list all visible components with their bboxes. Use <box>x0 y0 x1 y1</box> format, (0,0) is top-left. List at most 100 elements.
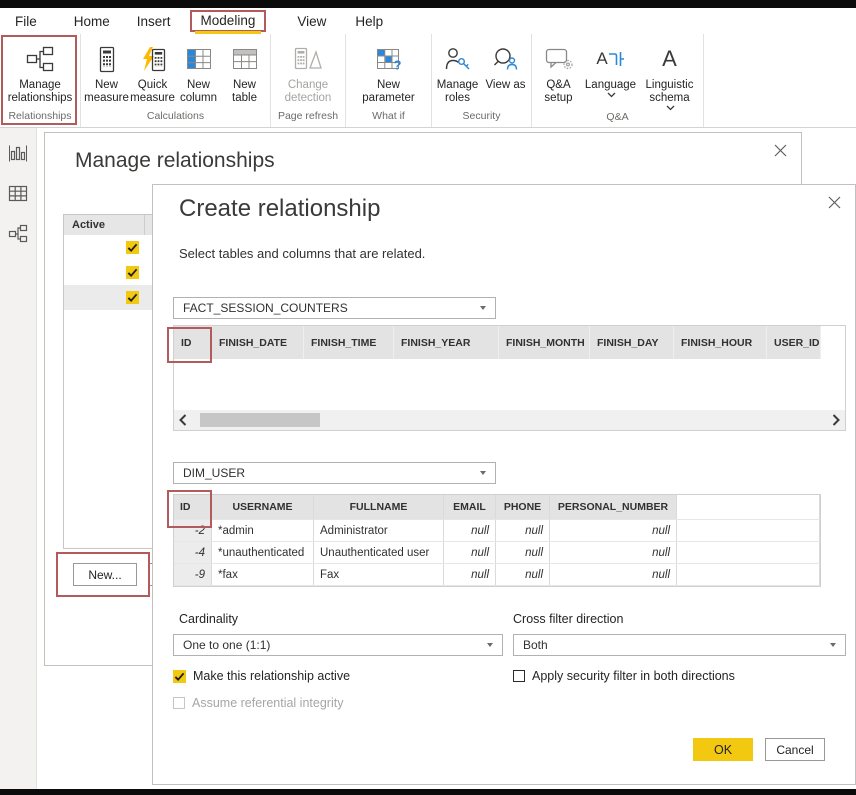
column-header[interactable]: FINISH_TIME <box>304 326 394 359</box>
active-checkbox[interactable] <box>126 266 139 279</box>
column-header[interactable]: USER_ID <box>767 326 821 359</box>
menu-modeling[interactable]: Modeling <box>201 13 256 28</box>
ribbon-group-page-refresh: Change detection Page refresh <box>271 34 346 127</box>
new-relationship-button[interactable]: New... <box>73 563 137 586</box>
cell-username: *unauthenticated <box>212 542 314 563</box>
new-measure-button[interactable]: New measure <box>84 42 130 105</box>
group-label-page-refresh: Page refresh <box>271 110 345 127</box>
unchecked-checkbox-icon <box>513 670 525 682</box>
scroll-right-icon[interactable] <box>832 414 840 426</box>
cell-phone: null <box>496 520 550 541</box>
column-header[interactable]: FINISH_DATE <box>212 326 304 359</box>
menu-insert[interactable]: Insert <box>137 14 171 29</box>
column-header[interactable]: PERSONAL_NUMBER <box>550 495 677 519</box>
dropdown-caret-icon <box>480 306 486 310</box>
menu-view[interactable]: View <box>297 14 326 29</box>
table-column-icon <box>186 42 212 76</box>
cell-filler <box>677 542 820 563</box>
new-parameter-label: New parameter <box>354 79 424 105</box>
chevron-down-icon <box>607 92 616 98</box>
speech-bubble-gear-icon <box>545 42 573 76</box>
menu-home[interactable]: Home <box>74 14 110 29</box>
manage-dialog-title: Manage relationships <box>75 149 275 173</box>
table-row[interactable]: -2 *admin Administrator null null null <box>174 520 820 542</box>
cell-id: -2 <box>174 520 212 541</box>
change-detection-label: Change detection <box>276 79 340 105</box>
window-bottom-bar <box>0 789 856 795</box>
new-table-label: New table <box>223 79 267 105</box>
column-header[interactable]: FULLNAME <box>314 495 444 519</box>
active-checkbox[interactable] <box>126 241 139 254</box>
cancel-button[interactable]: Cancel <box>765 738 825 761</box>
group-label-qa: Q&A <box>532 111 703 127</box>
horizontal-scrollbar[interactable] <box>174 410 845 430</box>
column-header[interactable]: USERNAME <box>212 495 314 519</box>
apply-security-filter-checkbox[interactable]: Apply security filter in both directions <box>513 669 735 683</box>
ribbon: Manage relationships Relationships New m… <box>0 34 856 128</box>
new-table-button[interactable]: New table <box>222 42 268 105</box>
language-button[interactable]: A Language <box>583 42 639 98</box>
cell-id: -4 <box>174 542 212 563</box>
cell-email: null <box>444 564 496 585</box>
scroll-left-icon[interactable] <box>179 414 187 426</box>
cell-personal-number: null <box>550 520 677 541</box>
cell-personal-number: null <box>550 542 677 563</box>
menu-file[interactable]: File <box>15 14 37 29</box>
new-parameter-button[interactable]: ? New parameter <box>353 42 425 105</box>
quick-measure-button[interactable]: Quick measure <box>130 42 176 105</box>
cardinality-select[interactable]: One to one (1:1) <box>173 634 503 656</box>
cross-filter-value: Both <box>523 638 548 652</box>
manage-roles-button[interactable]: Manage roles <box>434 42 482 105</box>
table1-select[interactable]: FACT_SESSION_COUNTERS <box>173 297 496 319</box>
column-header[interactable]: PHONE <box>496 495 550 519</box>
view-sidebar <box>0 128 37 789</box>
column-header[interactable]: FINISH_DAY <box>590 326 674 359</box>
column-header[interactable]: FINISH_YEAR <box>394 326 499 359</box>
column-header[interactable]: ID <box>174 326 212 359</box>
ok-button[interactable]: OK <box>693 738 753 761</box>
column-header[interactable]: FINISH_MONTH <box>499 326 590 359</box>
column-header[interactable]: EMAIL <box>444 495 496 519</box>
column-header[interactable]: ID <box>174 495 212 519</box>
cell-phone: null <box>496 542 550 563</box>
report-view-icon[interactable] <box>8 144 28 163</box>
change-detection-icon <box>293 42 323 76</box>
table-row[interactable]: -4 *unauthenticated Unauthenticated user… <box>174 542 820 564</box>
ribbon-group-what-if: ? New parameter What if <box>346 34 432 127</box>
change-detection-button: Change detection <box>275 42 341 105</box>
linguistic-schema-button[interactable]: A Linguistic schema <box>639 42 701 111</box>
qa-setup-button[interactable]: Q&A setup <box>535 42 583 105</box>
language-icon: A <box>596 42 624 76</box>
close-icon[interactable] <box>825 193 843 211</box>
column-header[interactable]: FINISH_HOUR <box>674 326 767 359</box>
cell-fullname: Unauthenticated user <box>314 542 444 563</box>
fact-table-body <box>174 359 845 410</box>
menu-help[interactable]: Help <box>355 14 383 29</box>
cell-fullname: Fax <box>314 564 444 585</box>
cell-fullname: Administrator <box>314 520 444 541</box>
assume-referential-integrity-label: Assume referential integrity <box>192 696 343 710</box>
close-icon[interactable] <box>771 141 789 159</box>
table2-select-value: DIM_USER <box>183 466 245 480</box>
manage-relationships-button[interactable]: Manage relationships <box>2 42 78 105</box>
cross-filter-select[interactable]: Both <box>513 634 846 656</box>
group-label-security: Security <box>432 110 531 127</box>
parameter-table-icon: ? <box>376 42 402 76</box>
make-relationship-active-checkbox[interactable]: Make this relationship active <box>173 669 350 683</box>
model-view-icon[interactable] <box>8 224 28 243</box>
cell-username: *admin <box>212 520 314 541</box>
data-view-icon[interactable] <box>8 185 28 202</box>
new-column-button[interactable]: New column <box>176 42 222 105</box>
table-row[interactable]: -9 *fax Fax null null null <box>174 564 820 586</box>
active-checkbox[interactable] <box>126 291 139 304</box>
linguistic-schema-icon: A <box>662 42 677 76</box>
view-as-button[interactable]: View as <box>482 42 530 92</box>
scrollbar-thumb[interactable] <box>200 413 320 427</box>
annotation-box-modeling: Modeling <box>190 10 267 32</box>
new-column-label: New column <box>177 79 221 105</box>
group-label-calculations: Calculations <box>81 110 270 127</box>
table2-select[interactable]: DIM_USER <box>173 462 496 484</box>
dropdown-caret-icon <box>830 643 836 647</box>
create-dialog-subtitle: Select tables and columns that are relat… <box>179 246 425 261</box>
manage-roles-label: Manage roles <box>435 79 481 105</box>
